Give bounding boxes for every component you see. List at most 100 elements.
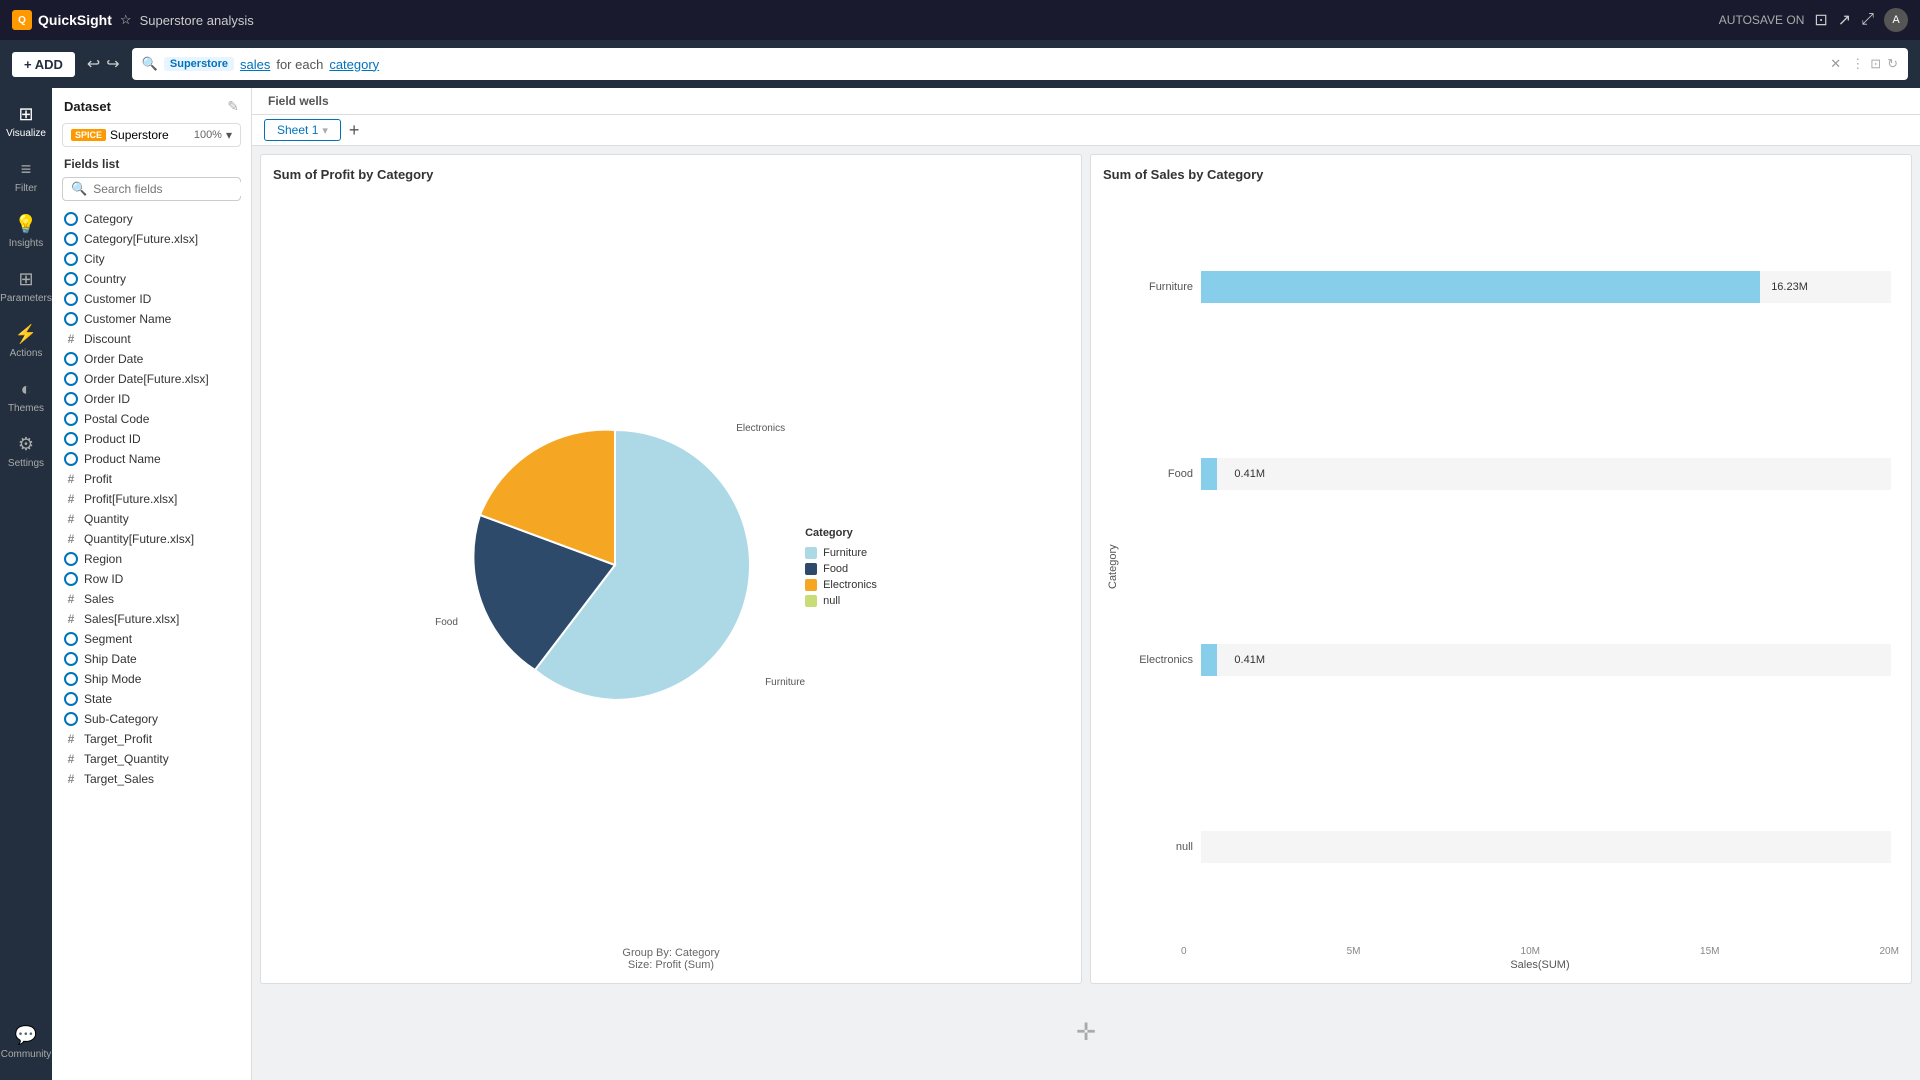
field-item[interactable]: Postal Code bbox=[52, 409, 251, 429]
dataset-dropdown-icon[interactable]: ▾ bbox=[226, 128, 232, 142]
field-item[interactable]: Row ID bbox=[52, 569, 251, 589]
dim-field-icon bbox=[64, 352, 78, 366]
field-item[interactable]: #Target_Sales bbox=[52, 769, 251, 789]
pie-svg-wrapper: Electronics Food Furniture bbox=[465, 415, 765, 718]
dataset-badge[interactable]: Superstore bbox=[164, 57, 234, 71]
field-item[interactable]: Product ID bbox=[52, 429, 251, 449]
sidebar-item-themes[interactable]: ◐ Themes bbox=[0, 371, 52, 422]
field-item[interactable]: Country bbox=[52, 269, 251, 289]
star-icon[interactable]: ☆ bbox=[120, 12, 132, 28]
field-name: Row ID bbox=[84, 572, 123, 586]
field-item[interactable]: #Quantity[Future.xlsx] bbox=[52, 529, 251, 549]
sheet-tab-1[interactable]: Sheet 1 ▾ bbox=[264, 119, 341, 141]
add-sheet-button[interactable]: + bbox=[349, 121, 360, 139]
dim-field-icon bbox=[64, 452, 78, 466]
search-clear-button[interactable]: ✕ bbox=[1830, 56, 1841, 72]
topbar: Q QuickSight ☆ Superstore analysis AUTOS… bbox=[0, 0, 1920, 40]
bar-row-furniture: Furniture 16.23M bbox=[1123, 271, 1891, 303]
export-icon[interactable]: ↗ bbox=[1838, 10, 1851, 30]
sidebar-item-settings[interactable]: ⚙ Settings bbox=[0, 426, 52, 477]
sidebar-item-insights[interactable]: 💡 Insights bbox=[0, 206, 52, 257]
edit-dataset-icon[interactable]: ✎ bbox=[227, 98, 239, 115]
field-wells-label: Field wells bbox=[268, 94, 329, 108]
bar-label-furniture: Furniture bbox=[1123, 281, 1193, 293]
field-item[interactable]: Order ID bbox=[52, 389, 251, 409]
sidebar-item-actions[interactable]: ⚡ Actions bbox=[0, 316, 52, 367]
dim-field-icon bbox=[64, 232, 78, 246]
sidebar-item-parameters[interactable]: ⊞ Parameters bbox=[0, 261, 52, 312]
undo-button[interactable]: ↩ bbox=[87, 54, 100, 74]
field-item[interactable]: #Quantity bbox=[52, 509, 251, 529]
search-group-link[interactable]: category bbox=[329, 57, 379, 72]
dataset-selector[interactable]: SPICE Superstore 100% ▾ bbox=[62, 123, 241, 147]
dim-field-icon bbox=[64, 272, 78, 286]
bar-row-food: Food 0.41M bbox=[1123, 458, 1891, 490]
field-item[interactable]: #Sales bbox=[52, 589, 251, 609]
fullscreen-icon[interactable]: ⤢ bbox=[1861, 11, 1874, 29]
search-bar[interactable]: 🔍 Superstore sales for each category ✕ ⋮… bbox=[132, 48, 1908, 80]
dim-field-icon bbox=[64, 632, 78, 646]
logo-icon: Q bbox=[12, 10, 32, 30]
field-item[interactable]: Order Date[Future.xlsx] bbox=[52, 369, 251, 389]
field-item[interactable]: Order Date bbox=[52, 349, 251, 369]
measure-field-icon: # bbox=[64, 532, 78, 546]
field-item[interactable]: #Profit[Future.xlsx] bbox=[52, 489, 251, 509]
field-item[interactable]: #Discount bbox=[52, 329, 251, 349]
field-name: Profit bbox=[84, 472, 112, 486]
field-item[interactable]: #Target_Quantity bbox=[52, 749, 251, 769]
legend-color-furniture bbox=[805, 547, 817, 559]
field-item[interactable]: Ship Mode bbox=[52, 669, 251, 689]
pie-label-food: Food bbox=[435, 617, 458, 628]
field-item[interactable]: Sub-Category bbox=[52, 709, 251, 729]
pie-chart-svg bbox=[465, 415, 765, 715]
field-item[interactable]: Category[Future.xlsx] bbox=[52, 229, 251, 249]
sidebar-item-insights-label: Insights bbox=[9, 238, 43, 249]
search-fields-box[interactable]: 🔍 bbox=[62, 177, 241, 201]
sheet-dropdown-icon[interactable]: ▾ bbox=[322, 124, 328, 137]
field-item[interactable]: Product Name bbox=[52, 449, 251, 469]
app-logo: Q QuickSight bbox=[12, 10, 112, 30]
field-item[interactable]: State bbox=[52, 689, 251, 709]
dim-field-icon bbox=[64, 652, 78, 666]
legend-label-furniture: Furniture bbox=[823, 547, 867, 559]
field-item[interactable]: Ship Date bbox=[52, 649, 251, 669]
pie-group-by: Group By: Category bbox=[273, 947, 1069, 959]
field-name: Country bbox=[84, 272, 126, 286]
field-item[interactable]: #Profit bbox=[52, 469, 251, 489]
search-suggestion-icon[interactable]: ⊡ bbox=[1870, 56, 1881, 72]
bar-track-null bbox=[1201, 831, 1891, 863]
bar-fill-furniture: 16.23M bbox=[1201, 271, 1760, 303]
field-item[interactable]: Customer Name bbox=[52, 309, 251, 329]
pie-size: Size: Profit (Sum) bbox=[273, 959, 1069, 971]
search-field-link[interactable]: sales bbox=[240, 57, 270, 72]
redo-button[interactable]: ↪ bbox=[106, 54, 119, 74]
field-name: City bbox=[84, 252, 105, 266]
add-button[interactable]: + ADD bbox=[12, 52, 75, 77]
field-name: Postal Code bbox=[84, 412, 149, 426]
dim-field-icon bbox=[64, 712, 78, 726]
fields-list-title: Fields list bbox=[52, 153, 251, 175]
sidebar-item-actions-label: Actions bbox=[10, 348, 43, 359]
sidebar-item-visualize[interactable]: ⊞ Visualize bbox=[0, 96, 52, 147]
bar-fill-food: 0.41M bbox=[1201, 458, 1217, 490]
sidebar-item-community[interactable]: 💬 Community bbox=[0, 1017, 55, 1068]
search-refresh-icon[interactable]: ↻ bbox=[1887, 56, 1898, 72]
share-icon[interactable]: ⊡ bbox=[1814, 10, 1827, 30]
field-item[interactable]: Category bbox=[52, 209, 251, 229]
field-item[interactable]: #Sales[Future.xlsx] bbox=[52, 609, 251, 629]
pie-chart-container: Electronics Food Furniture Category Furn… bbox=[273, 190, 1069, 943]
user-avatar[interactable]: A bbox=[1884, 8, 1908, 32]
search-options-icon[interactable]: ⋮ bbox=[1851, 56, 1864, 72]
field-name: Sales[Future.xlsx] bbox=[84, 612, 179, 626]
x-tick-15m: 15M bbox=[1700, 946, 1719, 957]
sidebar-item-community-label: Community bbox=[1, 1049, 52, 1060]
search-fields-input[interactable] bbox=[93, 182, 248, 196]
field-item[interactable]: Region bbox=[52, 549, 251, 569]
field-item[interactable]: #Target_Profit bbox=[52, 729, 251, 749]
sidebar-item-filter[interactable]: ≡ Filter bbox=[0, 151, 52, 202]
field-item[interactable]: Customer ID bbox=[52, 289, 251, 309]
undo-redo-group: ↩ ↪ bbox=[87, 54, 120, 74]
bar-value-electronics: 0.41M bbox=[1234, 654, 1265, 666]
field-item[interactable]: City bbox=[52, 249, 251, 269]
field-item[interactable]: Segment bbox=[52, 629, 251, 649]
